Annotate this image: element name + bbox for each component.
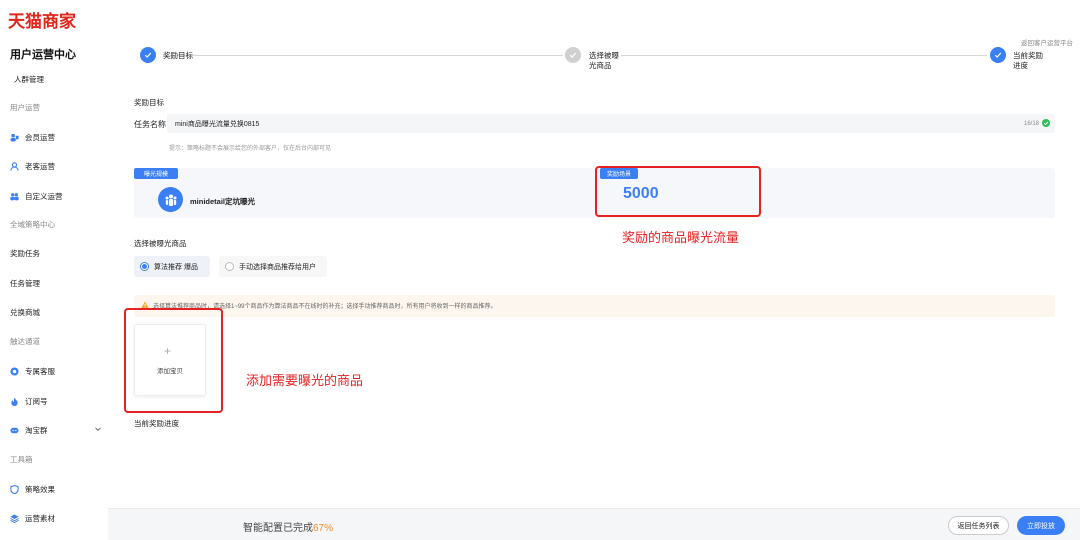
member-icon bbox=[10, 133, 19, 142]
sidebar-item-label: 专属客服 bbox=[25, 366, 55, 376]
sidebar-item-reward-task[interactable]: 奖励任务 bbox=[10, 246, 40, 260]
config-progress-percent: 67% bbox=[313, 523, 334, 534]
option-algo-recommend[interactable]: 算法推荐 爆品 bbox=[134, 256, 210, 277]
step-2-check-icon bbox=[565, 47, 581, 63]
section-title-reward-goal: 奖励目标 bbox=[134, 98, 164, 107]
exposure-channel-icon bbox=[158, 187, 183, 212]
radio-selected-icon[interactable] bbox=[140, 262, 149, 271]
sidebar-item-label: 策略效果 bbox=[25, 484, 55, 494]
service-icon bbox=[10, 366, 19, 376]
sidebar-item-exchange-mall[interactable]: 兑换商城 bbox=[10, 305, 40, 319]
step-2-label: 选择被曝 光商品 bbox=[589, 51, 619, 70]
sidebar-group-strategy: 全域策略中心 bbox=[10, 217, 55, 231]
sidebar-item-label: 人群管理 bbox=[14, 74, 44, 84]
sidebar-item-label: 订阅号 bbox=[25, 396, 48, 406]
chevron-down-icon[interactable] bbox=[94, 425, 102, 433]
section-title-select-products: 选择被曝光商品 bbox=[134, 239, 187, 248]
sidebar-item-service[interactable]: 专属客服 bbox=[10, 364, 55, 378]
layers-icon bbox=[10, 513, 19, 523]
sidebar-item-label: 会员运营 bbox=[25, 132, 55, 142]
annotation-reward-traffic: 奖励的商品曝光流量 bbox=[622, 230, 740, 245]
option-label: 算法推荐 爆品 bbox=[154, 263, 198, 271]
step-3-check-icon bbox=[990, 47, 1006, 63]
sidebar-item-label: 老客运营 bbox=[25, 161, 55, 171]
sidebar-item-member[interactable]: 会员运营 bbox=[10, 130, 55, 144]
option-label: 手动选择商品推荐给用户 bbox=[239, 263, 316, 271]
sidebar-item-custom[interactable]: 自定义运营 bbox=[10, 189, 63, 203]
sidebar-item-label: 任务管理 bbox=[10, 278, 40, 288]
task-name-value: mini商品曝光流量兑换0815 bbox=[175, 121, 260, 128]
chat-group-icon bbox=[10, 426, 19, 435]
step-connector bbox=[163, 55, 563, 56]
step-connector bbox=[621, 55, 987, 56]
sidebar-group-label: 触达通道 bbox=[10, 336, 40, 346]
sidebar-item-taobao-group[interactable]: 淘宝群 bbox=[10, 423, 48, 437]
sidebar-group-label: 工具箱 bbox=[10, 454, 33, 464]
sidebar-item-crowd[interactable]: 人群管理 bbox=[14, 72, 44, 86]
sidebar-group-user-ops: 用户运营 bbox=[10, 100, 40, 114]
flame-icon bbox=[10, 396, 19, 406]
sidebar-item-label: 淘宝群 bbox=[25, 425, 48, 435]
annotation-box-reward bbox=[595, 166, 761, 217]
shield-icon bbox=[10, 484, 19, 494]
annotation-box-add bbox=[124, 308, 223, 413]
sidebar-item-label: 运营素材 bbox=[25, 513, 55, 523]
sidebar-group-label: 全域策略中心 bbox=[10, 219, 55, 229]
check-circle-icon bbox=[1042, 119, 1050, 127]
task-name-input[interactable] bbox=[167, 114, 1055, 133]
step-3-label: 当前奖励 进度 bbox=[1013, 51, 1043, 70]
exposure-scale-tag: 曝光规模 bbox=[134, 168, 178, 179]
annotation-add-products: 添加需要曝光的商品 bbox=[246, 373, 364, 388]
task-name-hint: 提示：策略标题不会展示给您的外部客户，仅在后台内部可见 bbox=[169, 146, 332, 152]
sidebar-item-label: 兑换商城 bbox=[10, 307, 40, 317]
sidebar-group-channel: 触达通道 bbox=[10, 334, 40, 348]
radio-unselected-icon[interactable] bbox=[225, 262, 234, 271]
return-task-list-button[interactable]: 返回任务列表 bbox=[948, 516, 1009, 535]
task-name-label: 任务名称 bbox=[134, 120, 166, 129]
sidebar-item-label: 奖励任务 bbox=[10, 248, 40, 258]
char-count: 16/18 bbox=[1024, 121, 1040, 127]
sidebar-title: 用户运营中心 bbox=[10, 49, 76, 61]
group-icon bbox=[10, 192, 19, 201]
config-progress: 智能配置已完成67% bbox=[243, 519, 333, 534]
step-1-check-icon bbox=[140, 47, 156, 63]
step-1-label: 奖励目标 bbox=[163, 51, 193, 60]
launch-now-button[interactable]: 立即投放 bbox=[1017, 516, 1065, 535]
exposure-channel-name: minidetail定坑曝光 bbox=[190, 197, 256, 206]
sidebar-item-subscription[interactable]: 订阅号 bbox=[10, 394, 48, 408]
user-icon bbox=[10, 161, 19, 171]
section-title-progress: 当前奖励进度 bbox=[134, 419, 179, 428]
sidebar-group-toolbox: 工具箱 bbox=[10, 452, 33, 466]
sidebar-item-old-customer[interactable]: 老客运营 bbox=[10, 159, 55, 173]
tmall-merchant-logo[interactable]: 天猫商家 bbox=[8, 7, 76, 32]
sidebar-item-label: 自定义运营 bbox=[25, 191, 63, 201]
sidebar-group-label: 用户运营 bbox=[10, 102, 40, 112]
return-platform-link[interactable]: 返回客户运营平台 bbox=[1021, 37, 1073, 47]
sidebar-item-strategy-effect[interactable]: 策略效果 bbox=[10, 482, 55, 496]
sidebar-item-task-manage[interactable]: 任务管理 bbox=[10, 276, 40, 290]
sidebar-item-materials[interactable]: 运营素材 bbox=[10, 511, 55, 525]
option-manual-select[interactable]: 手动选择商品推荐给用户 bbox=[219, 256, 327, 277]
config-progress-label: 智能配置已完成 bbox=[243, 523, 313, 534]
